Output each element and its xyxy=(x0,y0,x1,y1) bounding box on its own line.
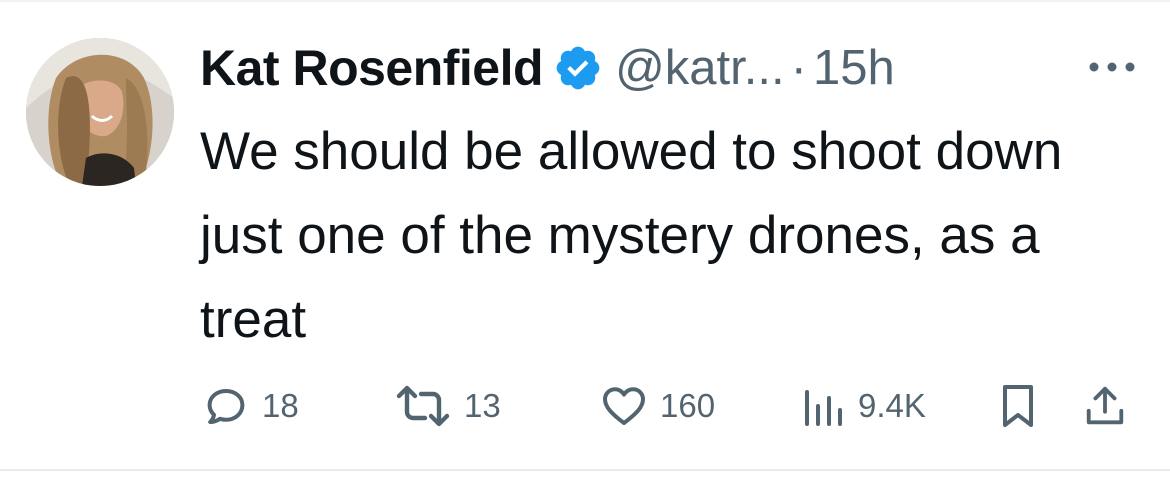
repost-icon xyxy=(392,382,454,430)
repost-button[interactable]: 13 xyxy=(392,382,501,430)
share-button[interactable] xyxy=(1082,382,1128,430)
heart-icon xyxy=(598,382,650,430)
top-divider xyxy=(0,0,1170,2)
verified-badge-icon[interactable] xyxy=(553,43,603,93)
more-options-icon[interactable] xyxy=(1086,54,1138,80)
separator-dot: · xyxy=(790,41,807,95)
share-icon xyxy=(1082,382,1128,430)
author-avatar[interactable] xyxy=(26,38,174,186)
reply-count: 18 xyxy=(262,387,299,424)
repost-count: 13 xyxy=(464,387,501,424)
author-handle[interactable]: @katr... xyxy=(615,40,785,96)
reply-button[interactable]: 18 xyxy=(200,382,299,430)
bottom-divider xyxy=(0,469,1170,471)
bookmark-button[interactable] xyxy=(996,382,1040,430)
views-count: 9.4K xyxy=(858,387,926,424)
reply-icon xyxy=(200,382,252,430)
tweet-timestamp[interactable]: 15h xyxy=(813,40,895,96)
author-display-name[interactable]: Kat Rosenfield xyxy=(200,39,544,97)
views-button[interactable]: 9.4K xyxy=(798,382,926,430)
tweet-text: We should be allowed to shoot down just … xyxy=(200,122,1063,349)
views-chart-icon xyxy=(798,382,848,430)
avatar-photo xyxy=(26,38,174,186)
like-count: 160 xyxy=(660,387,716,424)
bookmark-icon xyxy=(996,382,1040,430)
tweet-header: Kat Rosenfield @katr... · 15h xyxy=(200,36,895,100)
like-button[interactable]: 160 xyxy=(598,382,715,430)
tweet-actions-bar: 18 13 160 9.4K xyxy=(0,382,1170,432)
